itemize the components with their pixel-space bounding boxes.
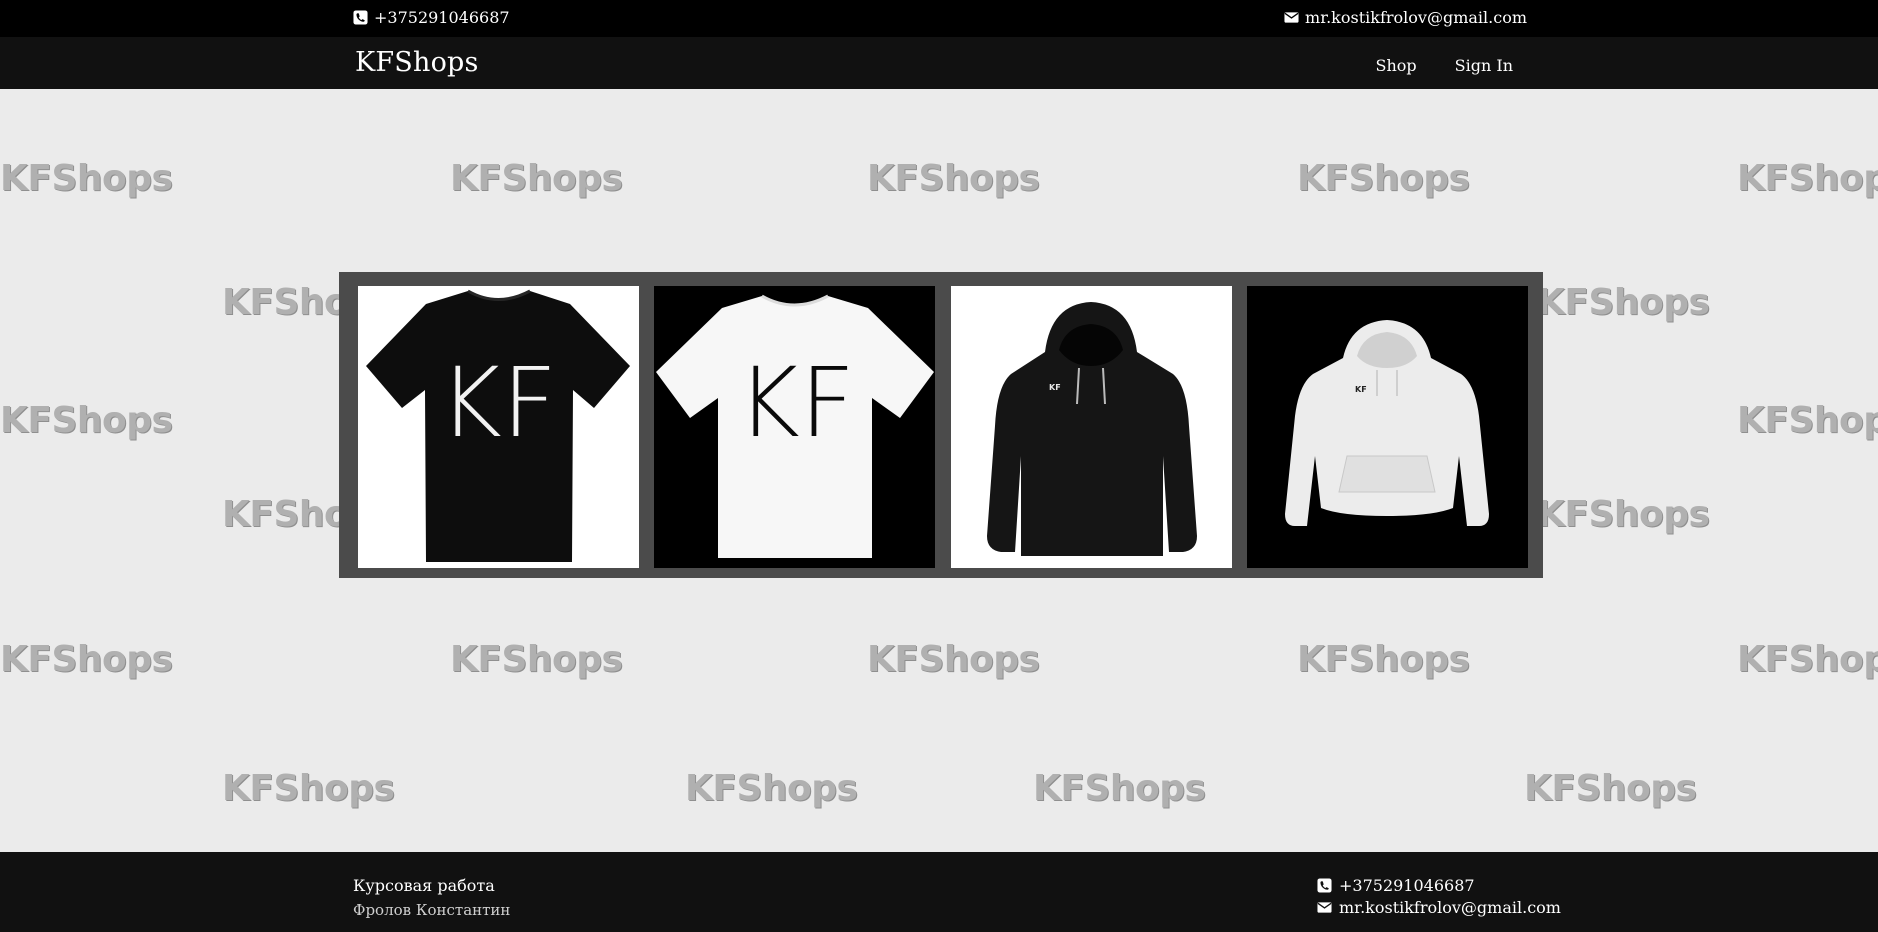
top-contact-bar: +375291046687 mr.kostikfrolov@gmail.com [0,0,1878,37]
footer-email[interactable]: mr.kostikfrolov@gmail.com [1317,896,1561,918]
footer-contacts: +375291046687 mr.kostikfrolov@gmail.com [1317,874,1561,918]
nav-shop-link[interactable]: Shop [1376,56,1417,75]
product-card-black-hoodie[interactable]: KF [951,286,1232,568]
phone-icon [353,10,368,25]
footer: Курсовая работа Фролов Константин +37529… [0,852,1878,932]
watermark-text: KFShops [1737,158,1878,199]
watermark-text: KFShops [1297,639,1470,680]
envelope-icon [1284,12,1299,23]
footer-course: Курсовая работа [353,876,495,895]
top-phone-text: +375291046687 [374,8,510,27]
phone-icon [1317,877,1332,893]
product-card-white-hoodie[interactable]: KF [1247,286,1528,568]
nav-menu: Shop Sign In [1376,56,1513,75]
kf-print: KF [439,347,557,459]
watermark-text: KFShops [1537,494,1710,535]
watermark-text: KFShops [222,768,395,809]
watermark-text: KFShops [1737,639,1878,680]
watermark-text: KFShops [0,639,173,680]
watermark-text: KFShops [867,639,1040,680]
watermark-text: KFShops [1524,768,1697,809]
footer-phone-text: +375291046687 [1339,875,1475,895]
footer-info: Курсовая работа Фролов Константин [353,876,510,919]
brand-logo[interactable]: KFShops [355,47,479,78]
kf-print: KF [1049,383,1061,392]
watermark-text: KFShops [0,400,173,441]
watermark-text: KFShops [450,158,623,199]
white-hoodie-image: KF [1285,320,1489,526]
top-email-text: mr.kostikfrolov@gmail.com [1305,8,1527,27]
footer-author: Фролов Константин [353,901,511,919]
watermark-text: KFShops [0,158,173,199]
nav-signin-link[interactable]: Sign In [1455,56,1513,75]
watermark-text: KFShops [867,158,1040,199]
watermark-text: KFShops [1537,282,1710,323]
kf-print: KF [737,347,855,459]
kf-print: KF [1355,385,1367,394]
watermark-text: KFShops [1033,768,1206,809]
black-hoodie-image: KF [987,302,1197,556]
footer-email-text: mr.kostikfrolov@gmail.com [1339,897,1561,917]
watermark-text: KFShops [450,639,623,680]
watermark-text: KFShops [1737,400,1878,441]
watermark-text: KFShops [685,768,858,809]
top-email[interactable]: mr.kostikfrolov@gmail.com [1284,8,1527,27]
envelope-icon [1317,901,1332,913]
product-card-white-tshirt[interactable]: KF [654,286,935,568]
product-card-black-tshirt[interactable]: KF [358,286,639,568]
white-tshirt-image: KF [656,294,934,558]
black-tshirt-image: KF [366,289,630,562]
navbar: KFShops Shop Sign In [0,37,1878,89]
top-phone[interactable]: +375291046687 [353,8,510,27]
watermark-text: KFShops [1297,158,1470,199]
footer-phone[interactable]: +375291046687 [1317,874,1561,896]
product-gallery: KF KF KF KF [339,272,1543,578]
